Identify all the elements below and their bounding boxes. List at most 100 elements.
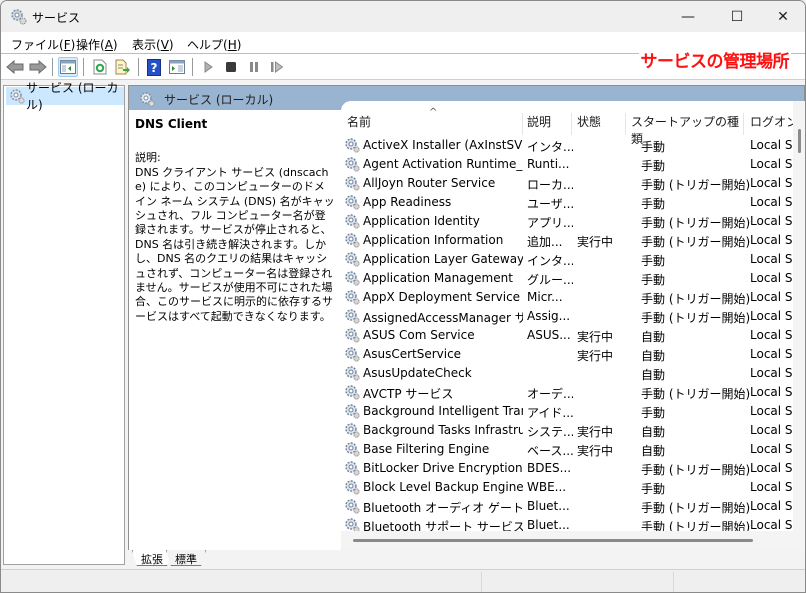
status-bar [1, 569, 805, 592]
service-gear-icon [344, 460, 360, 479]
service-startup-type: 手動 [641, 197, 666, 211]
service-name: Application Layer Gateway ... [363, 252, 523, 266]
service-row[interactable]: Bluetooth オーディオ ゲートウェ... Bluet... 手動 (トリガー… [341, 497, 793, 516]
service-row[interactable]: App Readiness ユーザ... 手動 Local S [341, 193, 793, 212]
service-logon: Local S [750, 290, 793, 304]
service-row[interactable]: Application Identity アプリ... 手動 (トリガー開始) Loc… [341, 212, 793, 231]
service-logon: Local S [750, 309, 793, 323]
menu-help[interactable]: ヘルプ(H) [187, 36, 241, 53]
service-row[interactable]: Application Layer Gateway ... インタ... 手動 Loc… [341, 250, 793, 269]
service-gear-icon [344, 289, 360, 308]
forward-button[interactable] [28, 57, 48, 77]
service-description: 追加... [527, 235, 563, 249]
horizontal-scroll-thumb[interactable] [353, 539, 753, 542]
show-hide-console-tree-icon [60, 60, 76, 74]
service-row[interactable]: Background Intelligent Tran... アイド... 手動 Lo… [341, 402, 793, 421]
vertical-scroll-thumb[interactable] [798, 129, 801, 153]
column-divider[interactable] [571, 113, 572, 135]
export-list-button[interactable] [113, 57, 133, 77]
service-name: Agent Activation Runtime_e... [363, 157, 523, 171]
service-row[interactable]: Background Tasks Infrastruc... システ... 実行中 自… [341, 421, 793, 440]
service-startup-type: 手動 (トリガー開始) [641, 216, 751, 230]
service-name: Background Tasks Infrastruc... [363, 423, 523, 437]
service-row[interactable]: AsusCertService 実行中 自動 Local S [341, 345, 793, 364]
services-window: サービス — ☐ ✕ ファイル(F) 操作(A) 表示(V) ヘルプ(H) ? [0, 0, 806, 593]
toolbar-separator [192, 58, 193, 76]
service-description: インタ... [527, 140, 573, 154]
pause-service-button[interactable] [244, 57, 264, 77]
column-header-name[interactable]: 名前 [347, 113, 522, 135]
minimize-button[interactable]: — [665, 1, 711, 32]
service-gear-icon [344, 403, 360, 422]
service-startup-type: 手動 (トリガー開始) [641, 292, 751, 306]
service-gear-icon [344, 327, 360, 346]
toolbar-separator [83, 58, 84, 76]
tab-standard[interactable]: 標準 [166, 550, 206, 566]
service-row[interactable]: Agent Activation Runtime_e... Runti... 手動 L… [341, 155, 793, 174]
horizontal-scrollbar[interactable] [341, 531, 805, 551]
pause-service-icon [250, 62, 258, 72]
service-startup-type: 手動 [641, 159, 666, 173]
service-row[interactable]: ActiveX Installer (AxInstSV) インタ... 手動 Loca… [341, 136, 793, 155]
service-row[interactable]: AVCTP サービス オーデ... 手動 (トリガー開始) Local S [341, 383, 793, 402]
service-row[interactable]: AllJoyn Router Service ローカ... 手動 (トリガー開始) L… [341, 174, 793, 193]
export-list-icon [115, 59, 130, 75]
properties-button[interactable] [167, 57, 187, 77]
start-service-button[interactable] [198, 57, 218, 77]
back-button[interactable] [5, 57, 25, 77]
column-header-description[interactable]: 説明 [527, 113, 571, 135]
window-title: サービス [32, 11, 81, 25]
help-button[interactable]: ? [144, 57, 164, 77]
service-row[interactable]: AsusUpdateCheck 自動 Local S [341, 364, 793, 383]
tree-item-services-local[interactable]: サービス (ローカル) [6, 81, 124, 112]
menu-action[interactable]: 操作(A) [76, 36, 118, 53]
service-row[interactable]: ASUS Com Service ASUS... 実行中 自動 Local S [341, 326, 793, 345]
service-name: Application Information [363, 233, 504, 247]
stop-service-button[interactable] [221, 57, 241, 77]
service-gear-icon [344, 422, 360, 441]
service-logon: Local S [750, 138, 793, 152]
service-status: 実行中 [577, 330, 614, 344]
service-gear-icon [344, 270, 360, 289]
refresh-button[interactable] [90, 57, 110, 77]
service-logon: Local S [750, 423, 793, 437]
service-row[interactable]: AppX Deployment Service (... Micr... 手動 (ト… [341, 288, 793, 307]
tree-item-label: サービス (ローカル) [26, 81, 119, 112]
service-startup-type: 自動 [641, 349, 666, 363]
service-row[interactable]: Application Management グルー... 手動 Local S [341, 269, 793, 288]
resume-service-button[interactable] [267, 57, 287, 77]
minimize-icon: — [681, 8, 695, 25]
service-logon: Local S [750, 214, 793, 228]
service-row[interactable]: BitLocker Drive Encryption ... BDES... 手動 … [341, 459, 793, 478]
service-row[interactable]: Application Information 追加... 実行中 手動 (トリガー開… [341, 231, 793, 250]
column-divider[interactable] [743, 113, 744, 135]
service-gear-icon [344, 365, 360, 384]
menu-file[interactable]: ファイル(F) [11, 36, 75, 53]
services-gear-icon [10, 8, 27, 25]
show-hide-tree-button[interactable] [58, 57, 78, 77]
service-row[interactable]: AssignedAccessManager サ... Assig... 手動 (トリ… [341, 307, 793, 326]
service-row[interactable]: Base Filtering Engine ベース... 実行中 自動 Local S [341, 440, 793, 459]
tab-extended[interactable]: 拡張 [132, 550, 172, 566]
column-header-status[interactable]: 状態 [577, 113, 625, 135]
properties-icon [169, 60, 185, 74]
column-divider[interactable] [522, 113, 523, 135]
vertical-scrollbar[interactable] [793, 101, 805, 531]
service-description: BDES... [527, 461, 572, 475]
close-button[interactable]: ✕ [760, 1, 805, 32]
column-divider[interactable] [625, 113, 626, 135]
service-name: AllJoyn Router Service [363, 176, 496, 190]
stop-service-icon [226, 62, 236, 72]
column-header-startup-type[interactable]: スタートアップの種類 [631, 113, 743, 146]
service-startup-type: 手動 [641, 273, 666, 287]
maximize-button[interactable]: ☐ [714, 1, 760, 32]
service-row[interactable]: Block Level Backup Engine ... WBE... 手動 Loc… [341, 478, 793, 497]
menu-view[interactable]: 表示(V) [132, 36, 174, 53]
column-header-logon[interactable]: ログオン [750, 113, 794, 135]
service-gear-icon [344, 251, 360, 270]
service-description: アプリ... [527, 216, 573, 230]
service-description: インタ... [527, 254, 573, 268]
services-list: ^ 名前 説明 状態 スタートアップの種類 ログオン ActiveX Insta… [341, 101, 805, 551]
service-description: ASUS... [527, 328, 571, 342]
view-tabs: 拡張 標準 [128, 550, 805, 566]
